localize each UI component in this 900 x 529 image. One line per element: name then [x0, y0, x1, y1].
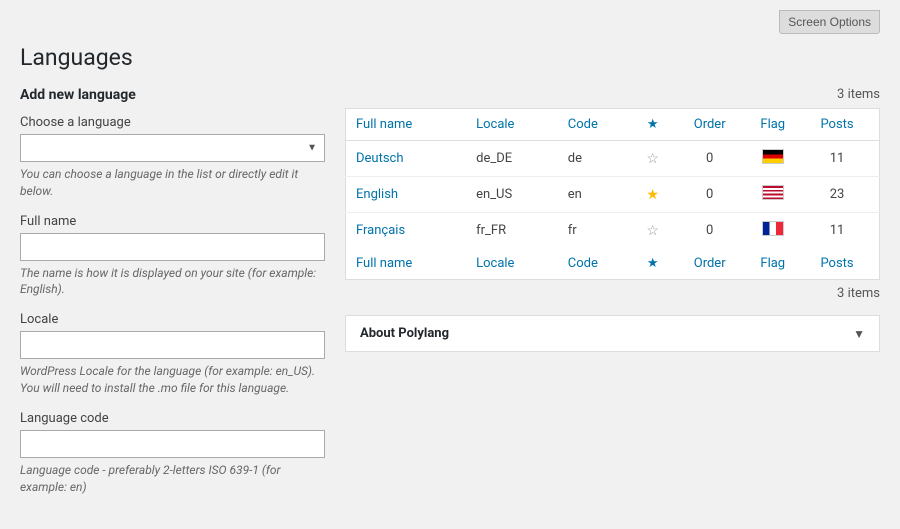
- languages-table: Full name Locale Code ★ Order Flag Posts…: [345, 108, 880, 280]
- choose-language-group: Choose a language ▼ You can choose a lan…: [20, 115, 325, 200]
- star-filled-icon: ★: [646, 187, 659, 203]
- row-code: de: [558, 141, 637, 177]
- th-posts-bottom[interactable]: Posts: [795, 248, 879, 280]
- language-code-group: Language code Language code - preferably…: [20, 411, 325, 496]
- th-fullname-bottom[interactable]: Full name: [346, 248, 467, 280]
- row-locale: fr_FR: [466, 213, 558, 249]
- full-name-label: Full name: [20, 214, 325, 229]
- table-header-top: Full name Locale Code ★ Order Flag Posts: [346, 109, 880, 141]
- row-locale: en_US: [466, 177, 558, 213]
- th-posts-top[interactable]: Posts: [795, 109, 879, 141]
- flag-fr-icon: [762, 221, 784, 236]
- row-flag: [750, 213, 795, 249]
- about-polylang-header[interactable]: About Polylang ▼: [346, 316, 879, 351]
- row-flag: [750, 141, 795, 177]
- table-row: Deutschde_DEde ☆ 0 11: [346, 141, 880, 177]
- about-chevron-icon: ▼: [853, 327, 865, 341]
- flag-de-icon: [762, 149, 784, 164]
- th-fullname-top[interactable]: Full name: [346, 109, 467, 141]
- choose-language-label: Choose a language: [20, 115, 325, 130]
- full-name-input[interactable]: [20, 233, 325, 261]
- th-locale-bottom[interactable]: Locale: [466, 248, 558, 280]
- items-count-bottom: 3 items: [345, 286, 880, 301]
- language-code-hint: Language code - preferably 2-letters ISO…: [20, 462, 325, 496]
- about-polylang-title: About Polylang: [360, 326, 449, 341]
- table-header-bottom: Full name Locale Code ★ Order Flag Posts: [346, 248, 880, 280]
- row-posts: 11: [795, 213, 879, 249]
- star-empty-icon: ☆: [646, 151, 659, 167]
- row-star[interactable]: ★: [636, 177, 669, 213]
- th-flag-bottom: Flag: [750, 248, 795, 280]
- page-title: Languages: [20, 44, 880, 71]
- row-fullname[interactable]: English: [346, 177, 467, 213]
- items-count-top: 3 items: [345, 87, 880, 102]
- choose-language-select-wrapper: ▼: [20, 134, 325, 162]
- row-posts: 11: [795, 141, 879, 177]
- right-panel: 3 items Full name Locale Code ★ Order Fl…: [345, 87, 880, 509]
- choose-language-select[interactable]: [20, 134, 325, 162]
- choose-language-hint: You can choose a language in the list or…: [20, 166, 325, 200]
- row-star[interactable]: ☆: [636, 213, 669, 249]
- language-code-label: Language code: [20, 411, 325, 426]
- star-empty-icon: ☆: [646, 223, 659, 239]
- row-order: 0: [669, 177, 750, 213]
- row-order: 0: [669, 141, 750, 177]
- locale-hint: WordPress Locale for the language (for e…: [20, 363, 325, 397]
- locale-label: Locale: [20, 312, 325, 327]
- row-posts: 23: [795, 177, 879, 213]
- locale-input[interactable]: [20, 331, 325, 359]
- row-order: 0: [669, 213, 750, 249]
- th-order-bottom[interactable]: Order: [669, 248, 750, 280]
- th-locale-top[interactable]: Locale: [466, 109, 558, 141]
- screen-options-button[interactable]: Screen Options: [779, 10, 880, 34]
- row-fullname[interactable]: Français: [346, 213, 467, 249]
- th-star-top: ★: [636, 109, 669, 141]
- about-polylang-section: About Polylang ▼: [345, 315, 880, 352]
- language-code-input[interactable]: [20, 430, 325, 458]
- full-name-hint: The name is how it is displayed on your …: [20, 265, 325, 299]
- th-flag-top: Flag: [750, 109, 795, 141]
- add-new-language-heading: Add new language: [20, 87, 325, 103]
- table-row: Françaisfr_FRfr ☆ 0 11: [346, 213, 880, 249]
- left-panel: Add new language Choose a language ▼ You…: [20, 87, 325, 509]
- locale-group: Locale WordPress Locale for the language…: [20, 312, 325, 397]
- row-code: en: [558, 177, 637, 213]
- row-flag: [750, 177, 795, 213]
- th-order-top[interactable]: Order: [669, 109, 750, 141]
- th-code-bottom[interactable]: Code: [558, 248, 637, 280]
- th-code-top[interactable]: Code: [558, 109, 637, 141]
- th-star-bottom: ★: [636, 248, 669, 280]
- table-row: Englishen_USen ★ 0 23: [346, 177, 880, 213]
- flag-en-icon: [762, 185, 784, 200]
- row-star[interactable]: ☆: [636, 141, 669, 177]
- row-code: fr: [558, 213, 637, 249]
- row-locale: de_DE: [466, 141, 558, 177]
- row-fullname[interactable]: Deutsch: [346, 141, 467, 177]
- full-name-group: Full name The name is how it is displaye…: [20, 214, 325, 299]
